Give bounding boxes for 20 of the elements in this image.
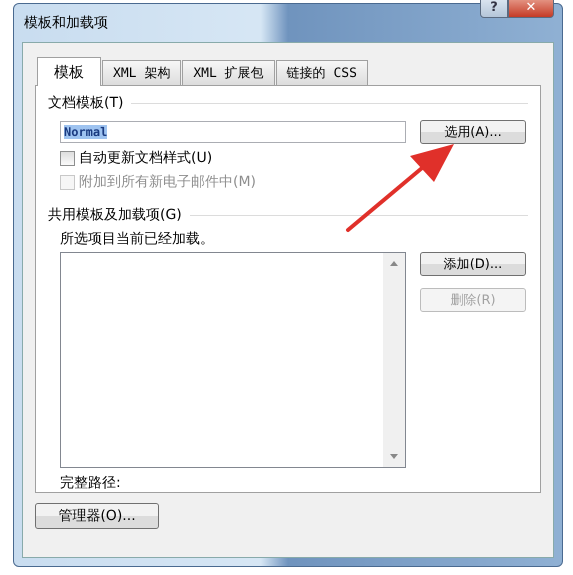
- checkbox[interactable]: [60, 150, 75, 166]
- template-field[interactable]: Normal: [60, 121, 406, 143]
- add-button[interactable]: 添加(D)...: [420, 252, 526, 276]
- window-title: 模板和加载项: [23, 14, 108, 32]
- checkbox-label: 附加到所有新电子邮件中(M): [79, 173, 256, 191]
- scrollbar[interactable]: [383, 253, 405, 467]
- section-heading: 共用模板及加载项(G): [48, 206, 182, 224]
- tab[interactable]: XML 扩展包: [182, 60, 275, 85]
- full-path-label: 完整路径:: [60, 474, 121, 492]
- section-heading: 文档模板(T): [48, 94, 124, 112]
- tab[interactable]: XML 架构: [102, 60, 182, 85]
- tab[interactable]: 链接的 CSS: [276, 60, 368, 85]
- tab[interactable]: 模板: [37, 57, 101, 86]
- help-button[interactable]: ?: [480, 0, 508, 18]
- checkbox-label: 自动更新文档样式(U): [79, 149, 212, 167]
- organizer-button[interactable]: 管理器(O)...: [35, 503, 159, 529]
- attach-button[interactable]: 选用(A)...: [420, 120, 526, 144]
- info-text: 所选项目当前已经加载。: [60, 230, 214, 248]
- scroll-up-icon[interactable]: [390, 261, 398, 266]
- scroll-down-icon[interactable]: [390, 454, 398, 459]
